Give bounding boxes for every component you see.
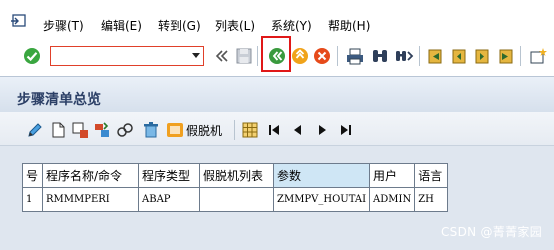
cell-user[interactable]: ADMIN (369, 187, 416, 212)
find-next-icon[interactable] (394, 46, 414, 66)
table-row[interactable]: 1 RMMMPERI ABAP ZMMPV_HOUTAI ADMIN ZH (22, 187, 449, 212)
cell-program-type[interactable]: ABAP (138, 187, 200, 212)
toolbar-divider (337, 46, 338, 66)
column-header-user[interactable]: 用户 (369, 163, 416, 188)
cancel-icon[interactable] (312, 46, 332, 66)
table-header-row: 号 程序名称/命令 程序类型 假脱机列表 参数 用户 语言 (22, 163, 449, 188)
exit-icon[interactable] (290, 46, 310, 66)
last-row-icon[interactable] (336, 120, 356, 140)
cell-parameter[interactable]: ZMMPV_HOUTAI (272, 187, 371, 212)
new-session-icon[interactable] (528, 46, 548, 66)
column-header-language[interactable]: 语言 (414, 163, 449, 188)
page-title: 步骤清单总览 (17, 92, 101, 108)
menu-system[interactable]: 系统(Y) (271, 17, 312, 34)
menu-help[interactable]: 帮助(H) (328, 17, 370, 34)
copy-icon[interactable] (115, 120, 135, 140)
print-icon[interactable] (345, 46, 365, 66)
first-page-icon[interactable] (426, 46, 446, 66)
cell-language[interactable]: ZH (414, 187, 449, 212)
step-list-table: 号 程序名称/命令 程序类型 假脱机列表 参数 用户 语言 1 RMMMPERI… (22, 163, 449, 212)
last-page-icon[interactable] (495, 46, 515, 66)
next-page-icon[interactable] (472, 46, 492, 66)
spool-list-label[interactable]: 假脱机 (186, 122, 222, 139)
chevron-down-icon[interactable] (192, 53, 200, 58)
delete-trash-icon[interactable] (141, 120, 161, 140)
toolbar-divider (257, 46, 258, 66)
new-document-icon[interactable] (48, 120, 68, 140)
cell-no[interactable]: 1 (22, 187, 43, 212)
toolbar-divider (520, 46, 521, 66)
column-header-no[interactable]: 号 (22, 163, 43, 188)
cell-program-name[interactable]: RMMMPERI (42, 187, 139, 212)
choose-icon[interactable] (70, 120, 90, 140)
first-row-icon[interactable] (264, 120, 284, 140)
menu-step[interactable]: 步骤(T) (43, 17, 84, 34)
command-input[interactable] (51, 47, 187, 65)
back-icon[interactable] (267, 46, 287, 66)
menu-goto[interactable]: 转到(G) (158, 17, 201, 34)
toolbar-divider (234, 120, 235, 140)
column-header-spool-list[interactable]: 假脱机列表 (199, 163, 274, 188)
move-icon[interactable] (92, 120, 112, 140)
menu-edit[interactable]: 编辑(E) (101, 17, 142, 34)
previous-page-icon[interactable] (449, 46, 469, 66)
next-row-icon[interactable] (312, 120, 332, 140)
watermark: CSDN @菁菁家园 (440, 225, 542, 239)
column-header-program-name[interactable]: 程序名称/命令 (42, 163, 139, 188)
column-header-parameter[interactable]: 参数 (272, 163, 371, 188)
enter-check-icon[interactable] (22, 46, 42, 66)
toolbar-divider (419, 46, 420, 66)
collapse-arrows-icon[interactable] (212, 46, 232, 66)
cell-spool-list[interactable] (199, 187, 274, 212)
command-field[interactable] (50, 46, 204, 66)
menu-bar: 步骤(T) 编辑(E) 转到(G) 列表(L) 系统(Y) 帮助(H) (0, 0, 554, 38)
save-icon[interactable] (234, 46, 254, 66)
previous-row-icon[interactable] (288, 120, 308, 140)
edit-pencil-icon[interactable] (25, 120, 45, 140)
title-bar: 步骤清单总览 (0, 76, 554, 112)
exit-menu-icon[interactable] (10, 14, 26, 28)
spool-icon[interactable] (165, 120, 185, 140)
layout-grid-icon[interactable] (240, 120, 260, 140)
column-header-program-type[interactable]: 程序类型 (138, 163, 200, 188)
menu-list[interactable]: 列表(L) (215, 17, 255, 34)
find-icon[interactable] (370, 46, 390, 66)
